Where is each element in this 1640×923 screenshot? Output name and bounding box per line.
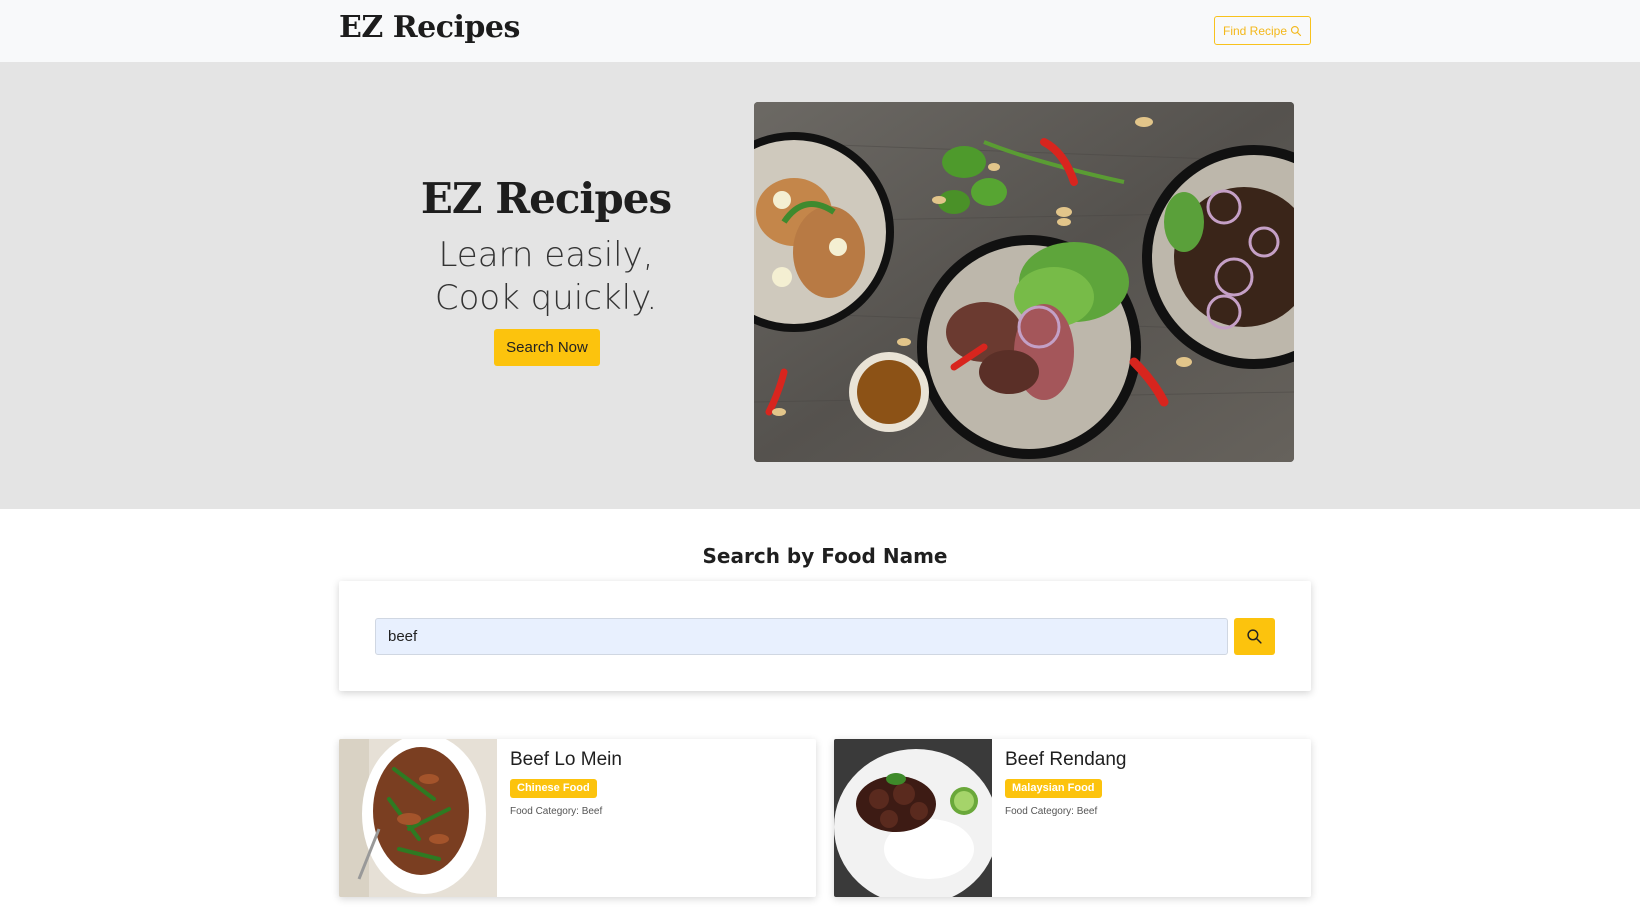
find-recipe-button[interactable]: Find Recipe [1214,16,1311,45]
hero-food-image [754,102,1294,462]
hero-tagline: Learn easily, Cook quickly. [386,234,706,320]
food-category: Food Category: Beef [510,806,603,817]
search-button[interactable] [1234,618,1275,655]
find-recipe-label: Find Recipe [1222,23,1288,38]
navbar: EZ Recipes Find Recipe [0,0,1640,62]
cuisine-badge: Chinese Food [510,779,597,798]
tagline-line-2: Cook quickly. [434,278,658,318]
food-category: Food Category: Beef [1005,806,1098,817]
result-title[interactable]: Beef Lo Mein [510,749,622,771]
result-thumbnail [339,739,497,897]
search-now-button[interactable]: Search Now [494,329,600,366]
search-card [339,581,1311,691]
search-icon [1290,25,1302,36]
hero-section: EZ Recipes Learn easily, Cook quickly. S… [0,62,1640,509]
result-card-beef-lo-mein[interactable]: Beef Lo Mein Chinese Food Food Category:… [339,739,816,897]
brand-logo[interactable]: EZ Recipes [339,10,520,45]
search-heading: Search by Food Name [702,544,948,568]
cuisine-badge: Malaysian Food [1005,779,1102,798]
tagline-line-1: Learn easily, [438,235,654,275]
search-input[interactable] [375,618,1228,655]
hero-title: EZ Recipes [420,174,672,223]
result-thumbnail [834,739,992,897]
result-card-beef-rendang[interactable]: Beef Rendang Malaysian Food Food Categor… [834,739,1311,897]
result-title[interactable]: Beef Rendang [1005,749,1127,771]
search-icon [1247,629,1262,644]
